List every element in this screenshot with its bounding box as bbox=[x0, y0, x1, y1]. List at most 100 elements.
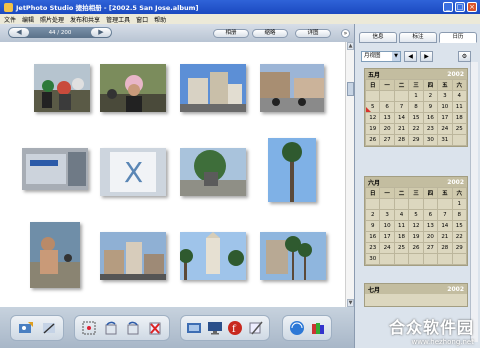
calendar-cell[interactable]: 20 bbox=[422, 231, 439, 243]
view-album-tab[interactable]: 相册 bbox=[213, 29, 249, 38]
calendar-cell[interactable]: 4 bbox=[393, 209, 410, 221]
calendar-cell[interactable]: 2 bbox=[422, 90, 439, 102]
view-select[interactable]: 月视图 ▼ bbox=[361, 50, 401, 62]
calendar-cell[interactable]: 4 bbox=[451, 90, 468, 102]
menu-window[interactable]: 窗口 bbox=[136, 15, 148, 24]
books-icon[interactable] bbox=[308, 319, 328, 337]
globe-icon[interactable] bbox=[287, 319, 307, 337]
calendar-cell[interactable]: 15 bbox=[451, 220, 468, 232]
calendar-cell[interactable]: 8 bbox=[408, 101, 424, 113]
calendar-cell[interactable]: 31 bbox=[437, 134, 453, 146]
calendar-cell[interactable]: 22 bbox=[408, 123, 424, 135]
calendar-cell[interactable]: 26 bbox=[364, 134, 381, 146]
photo-thumbnail[interactable] bbox=[180, 148, 246, 196]
photo-thumbnail[interactable] bbox=[100, 232, 166, 280]
photo-thumbnail[interactable] bbox=[180, 232, 246, 280]
calendar-cell[interactable]: 9 bbox=[364, 220, 381, 232]
calendar-cell[interactable]: 16 bbox=[422, 112, 439, 124]
prev-month-button[interactable]: ◀ bbox=[404, 50, 417, 62]
menu-help[interactable]: 帮助 bbox=[154, 15, 166, 24]
rotate-right-icon[interactable] bbox=[123, 319, 143, 337]
flash-icon[interactable]: f bbox=[225, 319, 245, 337]
close-button[interactable]: × bbox=[467, 2, 477, 12]
photo-thumbnail[interactable] bbox=[180, 64, 246, 112]
calendar-cell[interactable]: 29 bbox=[451, 242, 468, 254]
calendar-cell[interactable]: 25 bbox=[451, 123, 468, 135]
calendar-cell[interactable]: 22 bbox=[451, 231, 468, 243]
calendar-cell[interactable]: 23 bbox=[364, 242, 381, 254]
next-month-button[interactable]: ▶ bbox=[420, 50, 433, 62]
next-arrow-button[interactable]: ▶ bbox=[91, 28, 111, 37]
calendar-cell[interactable]: 3 bbox=[437, 90, 453, 102]
calendar-cell[interactable]: 11 bbox=[393, 220, 410, 232]
scroll-down-icon[interactable]: ▼ bbox=[347, 299, 354, 307]
select-icon[interactable] bbox=[79, 319, 99, 337]
calendar-cell[interactable]: 30 bbox=[422, 134, 439, 146]
calendar-cell[interactable]: 29 bbox=[408, 134, 424, 146]
photo-thumbnail[interactable] bbox=[268, 138, 316, 202]
prev-arrow-button[interactable]: ◀ bbox=[9, 28, 29, 37]
calendar-cell[interactable]: 19 bbox=[364, 123, 381, 135]
menu-tools[interactable]: 管理工具 bbox=[106, 15, 130, 24]
calendar-cell[interactable]: 5 bbox=[408, 209, 424, 221]
calendar-cell[interactable]: 17 bbox=[379, 231, 395, 243]
calendar-cell[interactable]: 27 bbox=[422, 242, 439, 254]
monitor-icon[interactable] bbox=[205, 319, 225, 337]
menu-edit[interactable]: 编辑 bbox=[22, 15, 34, 24]
menu-publish[interactable]: 发布和共享 bbox=[70, 15, 100, 24]
calendar-cell[interactable]: 7 bbox=[393, 101, 410, 113]
menu-photo[interactable]: 照片处理 bbox=[40, 15, 64, 24]
calendar-cell[interactable]: 27 bbox=[379, 134, 395, 146]
slideshow-icon[interactable] bbox=[184, 319, 204, 337]
web-publish-icon[interactable] bbox=[246, 319, 266, 337]
calendar-cell[interactable]: 6 bbox=[422, 209, 439, 221]
calendar-cell[interactable]: 11 bbox=[451, 101, 468, 113]
calendar-cell[interactable]: 9 bbox=[422, 101, 439, 113]
calendar-cell[interactable]: 18 bbox=[451, 112, 468, 124]
calendar-cell[interactable]: 19 bbox=[408, 231, 424, 243]
minimize-button[interactable]: _ bbox=[443, 2, 453, 12]
calendar-cell[interactable]: 3 bbox=[379, 209, 395, 221]
calendar-cell[interactable]: 16 bbox=[364, 231, 381, 243]
calendar-cell[interactable]: 13 bbox=[379, 112, 395, 124]
calendar-cell[interactable]: 17 bbox=[437, 112, 453, 124]
calendar-cell[interactable]: 13 bbox=[422, 220, 439, 232]
gallery-scrollbar[interactable]: ▲ ▼ bbox=[345, 42, 354, 307]
menu-file[interactable]: 文件 bbox=[4, 15, 16, 24]
calendar-cell[interactable]: 28 bbox=[393, 134, 410, 146]
calendar-cell[interactable]: 1 bbox=[451, 198, 468, 210]
scroll-up-icon[interactable]: ▲ bbox=[347, 42, 354, 50]
delete-icon[interactable] bbox=[145, 319, 165, 337]
calendar-cell[interactable]: 21 bbox=[393, 123, 410, 135]
tab-info[interactable]: 信息 bbox=[359, 32, 397, 43]
calendar-cell[interactable]: 20 bbox=[379, 123, 395, 135]
calendar-cell[interactable]: 14 bbox=[437, 220, 453, 232]
calendar-cell[interactable]: 12 bbox=[364, 112, 381, 124]
photo-thumbnail[interactable] bbox=[260, 64, 324, 112]
calendar-cell[interactable]: 7 bbox=[437, 209, 453, 221]
calendar-cell[interactable]: 30 bbox=[364, 253, 381, 265]
calendar-cell[interactable]: 26 bbox=[408, 242, 424, 254]
calendar-cell[interactable]: 18 bbox=[393, 231, 410, 243]
calendar-cell[interactable]: 24 bbox=[379, 242, 395, 254]
rotate-left-icon[interactable] bbox=[101, 319, 121, 337]
photo-thumbnail[interactable] bbox=[100, 64, 166, 112]
photo-thumbnail[interactable] bbox=[34, 64, 90, 112]
import-photo-icon[interactable] bbox=[16, 319, 36, 337]
panel-scrollbar[interactable] bbox=[470, 62, 478, 342]
photo-thumbnail[interactable] bbox=[22, 148, 88, 190]
calendar-cell[interactable]: 5 bbox=[364, 101, 381, 113]
calendar-cell[interactable]: 23 bbox=[422, 123, 439, 135]
calendar-cell[interactable]: 21 bbox=[437, 231, 453, 243]
expand-icon[interactable]: » bbox=[341, 29, 350, 38]
calendar-cell[interactable]: 6 bbox=[379, 101, 395, 113]
calendar-cell[interactable]: 28 bbox=[437, 242, 453, 254]
photo-thumbnail[interactable]: X bbox=[100, 148, 166, 196]
calendar-cell[interactable]: 25 bbox=[393, 242, 410, 254]
photo-thumbnail[interactable] bbox=[30, 222, 80, 288]
calendar-cell[interactable]: 10 bbox=[437, 101, 453, 113]
tab-annotation[interactable]: 标注 bbox=[399, 32, 437, 43]
view-detail-tab[interactable]: 详图 bbox=[295, 29, 331, 38]
tab-calendar[interactable]: 日历 bbox=[439, 32, 477, 43]
calendar-cell[interactable]: 15 bbox=[408, 112, 424, 124]
